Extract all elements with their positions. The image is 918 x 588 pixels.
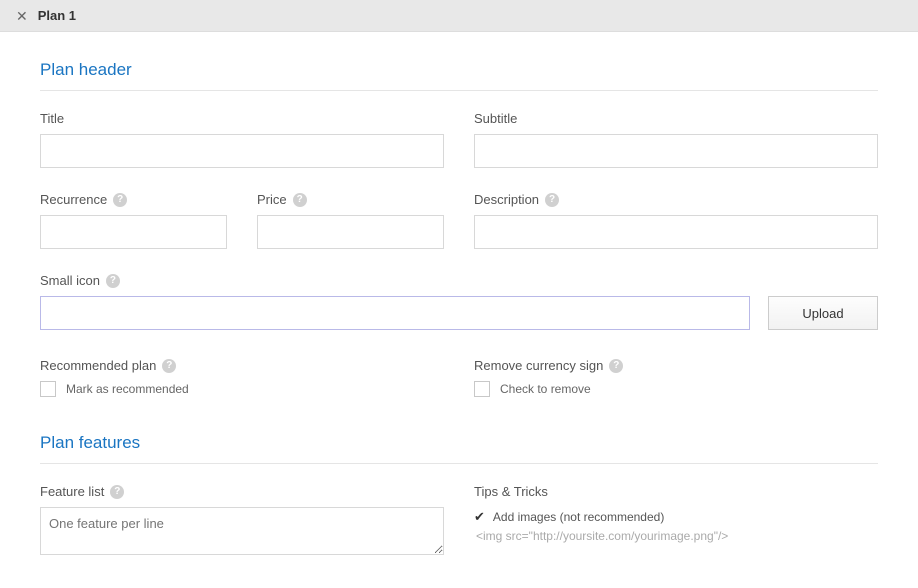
field-recommended: Recommended plan ? Mark as recommended <box>40 358 444 397</box>
section-divider <box>40 463 878 464</box>
row-features: Feature list ? Tips & Tricks ✔ Add image… <box>40 484 878 558</box>
label-recurrence-text: Recurrence <box>40 192 107 207</box>
panel-content: Plan header Title Subtitle Recurrence ? <box>0 32 918 578</box>
label-feature-list-text: Feature list <box>40 484 104 499</box>
tip-text: Add images (not recommended) <box>493 510 664 524</box>
upload-button[interactable]: Upload <box>768 296 878 330</box>
label-recurrence: Recurrence ? <box>40 192 227 207</box>
checkbox-label-remove-currency: Check to remove <box>500 382 591 396</box>
field-remove-currency: Remove currency sign ? Check to remove <box>474 358 878 397</box>
field-recurrence: Recurrence ? <box>40 192 227 249</box>
help-icon[interactable]: ? <box>609 359 623 373</box>
label-subtitle: Subtitle <box>474 111 878 126</box>
label-price: Price ? <box>257 192 444 207</box>
label-remove-currency-text: Remove currency sign <box>474 358 603 373</box>
help-icon[interactable]: ? <box>293 193 307 207</box>
input-subtitle[interactable] <box>474 134 878 168</box>
checkbox-label-recommended: Mark as recommended <box>66 382 189 396</box>
tips-tricks: Tips & Tricks ✔ Add images (not recommen… <box>474 484 878 558</box>
field-small-icon: Small icon ? Upload <box>40 273 878 330</box>
textarea-feature-list[interactable] <box>40 507 444 555</box>
help-icon[interactable]: ? <box>545 193 559 207</box>
label-small-icon-text: Small icon <box>40 273 100 288</box>
help-icon[interactable]: ? <box>110 485 124 499</box>
label-subtitle-text: Subtitle <box>474 111 517 126</box>
field-price: Price ? <box>257 192 444 249</box>
row-recurrence-price-desc: Recurrence ? Price ? Description ? <box>40 192 878 249</box>
label-title: Title <box>40 111 444 126</box>
label-remove-currency: Remove currency sign ? <box>474 358 878 373</box>
help-icon[interactable]: ? <box>162 359 176 373</box>
small-icon-input-wrap <box>40 296 750 330</box>
col-left-pair: Recurrence ? Price ? <box>40 192 444 249</box>
row-small-icon: Upload <box>40 296 878 330</box>
input-title[interactable] <box>40 134 444 168</box>
input-recurrence[interactable] <box>40 215 227 249</box>
field-feature-list: Feature list ? <box>40 484 444 558</box>
help-icon[interactable]: ? <box>113 193 127 207</box>
label-title-text: Title <box>40 111 64 126</box>
input-price[interactable] <box>257 215 444 249</box>
section-divider <box>40 90 878 91</box>
check-icon: ✔ <box>474 509 485 525</box>
label-description: Description ? <box>474 192 878 207</box>
input-description[interactable] <box>474 215 878 249</box>
input-small-icon[interactable] <box>40 296 750 330</box>
checkbox-remove-currency[interactable] <box>474 381 490 397</box>
label-small-icon: Small icon ? <box>40 273 878 288</box>
label-recommended: Recommended plan ? <box>40 358 444 373</box>
section-plan-features-title: Plan features <box>40 433 878 453</box>
field-subtitle: Subtitle <box>474 111 878 168</box>
row-title-subtitle: Title Subtitle <box>40 111 878 168</box>
panel-title: Plan 1 <box>38 8 76 23</box>
section-plan-features: Plan features Feature list ? Tips & Tric… <box>40 433 878 558</box>
label-feature-list: Feature list ? <box>40 484 444 499</box>
row-checkboxes: Recommended plan ? Mark as recommended R… <box>40 358 878 397</box>
field-description: Description ? <box>474 192 878 249</box>
checkbox-row-recommended: Mark as recommended <box>40 381 444 397</box>
checkbox-row-remove-currency: Check to remove <box>474 381 878 397</box>
label-recommended-text: Recommended plan <box>40 358 156 373</box>
checkbox-recommended[interactable] <box>40 381 56 397</box>
label-price-text: Price <box>257 192 287 207</box>
panel-header: ✕ Plan 1 <box>0 0 918 32</box>
help-icon[interactable]: ? <box>106 274 120 288</box>
tip-item: ✔ Add images (not recommended) <box>474 509 878 525</box>
label-description-text: Description <box>474 192 539 207</box>
close-icon[interactable]: ✕ <box>16 9 28 23</box>
tips-title: Tips & Tricks <box>474 484 878 499</box>
tip-code: <img src="http://yoursite.com/yourimage.… <box>474 529 878 543</box>
field-title: Title <box>40 111 444 168</box>
section-plan-header-title: Plan header <box>40 60 878 80</box>
